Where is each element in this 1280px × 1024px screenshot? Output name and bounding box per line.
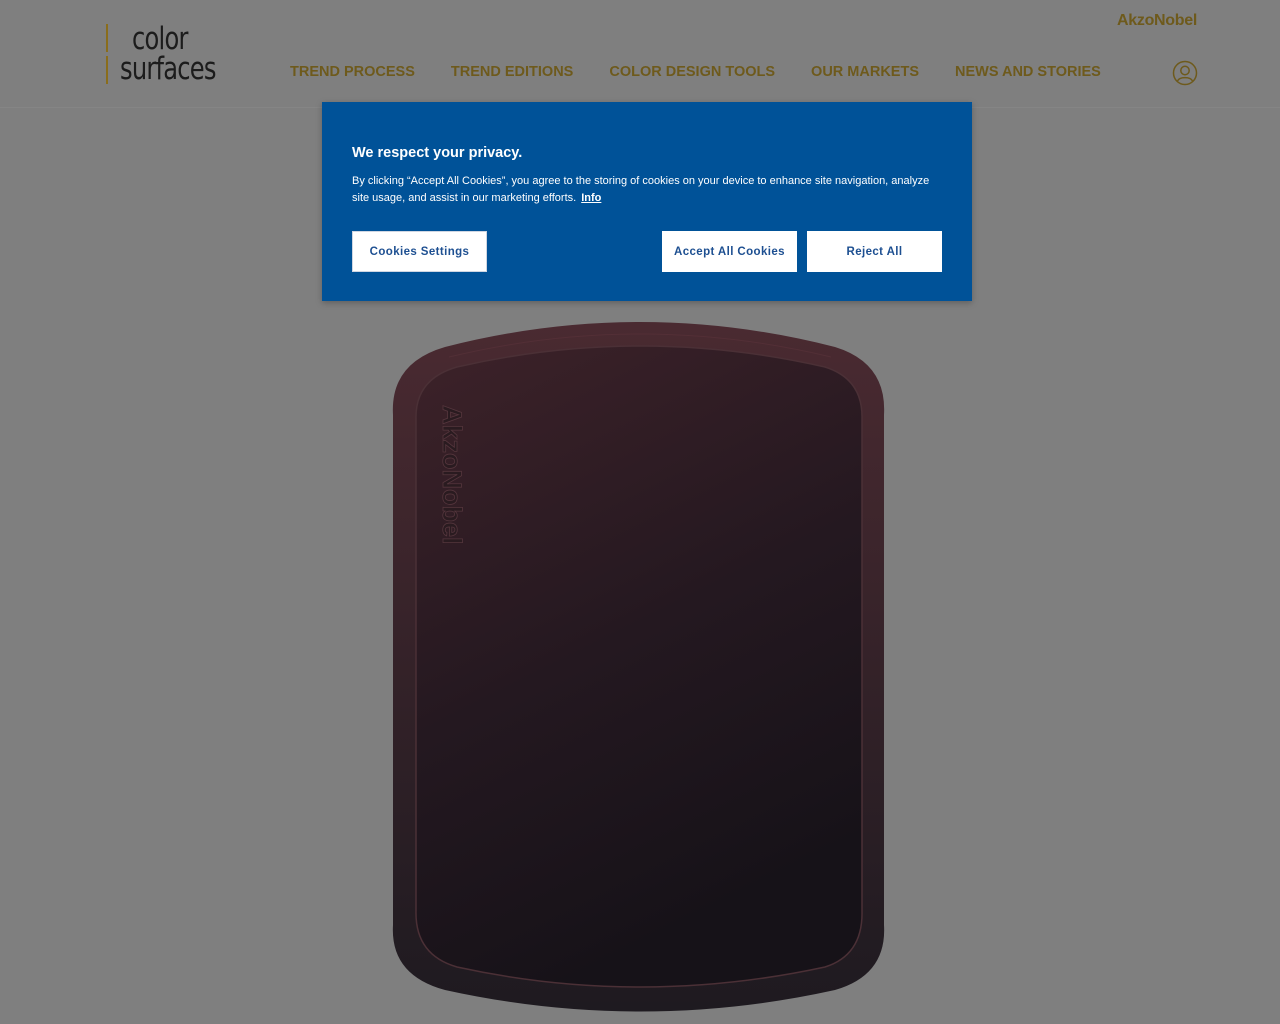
akzonobel-brand-link[interactable]: AkzoNobel bbox=[1117, 12, 1197, 30]
nav-trend-editions[interactable]: TREND EDITIONS bbox=[451, 64, 573, 80]
color-surfaces-logo[interactable]: color surfaces bbox=[105, 22, 235, 92]
logo-accent-bar bbox=[106, 24, 108, 52]
site-header: color surfaces AkzoNobel TREND PROCESS T… bbox=[0, 0, 1280, 108]
nav-news-and-stories[interactable]: NEWS AND STORIES bbox=[955, 64, 1101, 80]
cookie-banner-title: We respect your privacy. bbox=[352, 145, 523, 161]
cookie-consent-banner: We respect your privacy. By clicking “Ac… bbox=[322, 102, 972, 301]
embossed-brand-text: AkzoNobel bbox=[437, 405, 467, 545]
nav-trend-process[interactable]: TREND PROCESS bbox=[290, 64, 415, 80]
user-account-icon[interactable] bbox=[1172, 60, 1198, 86]
logo-word-surfaces: surfaces bbox=[120, 51, 217, 87]
logo-accent-bar bbox=[106, 56, 108, 84]
accept-all-cookies-button[interactable]: Accept All Cookies bbox=[662, 231, 797, 272]
cookie-banner-body: By clicking “Accept All Cookies”, you ag… bbox=[352, 175, 930, 204]
main-navigation: TREND PROCESS TREND EDITIONS COLOR DESIG… bbox=[290, 64, 1137, 80]
nav-color-design-tools[interactable]: COLOR DESIGN TOOLS bbox=[609, 64, 775, 80]
cookie-banner-text: By clicking “Accept All Cookies”, you ag… bbox=[352, 173, 942, 207]
nav-our-markets[interactable]: OUR MARKETS bbox=[811, 64, 919, 80]
cookies-settings-button[interactable]: Cookies Settings bbox=[352, 231, 487, 272]
cookie-info-link[interactable]: Info bbox=[581, 192, 601, 204]
color-sample-panel-image: AkzoNobel bbox=[392, 322, 885, 1012]
reject-all-button[interactable]: Reject All bbox=[807, 231, 942, 272]
